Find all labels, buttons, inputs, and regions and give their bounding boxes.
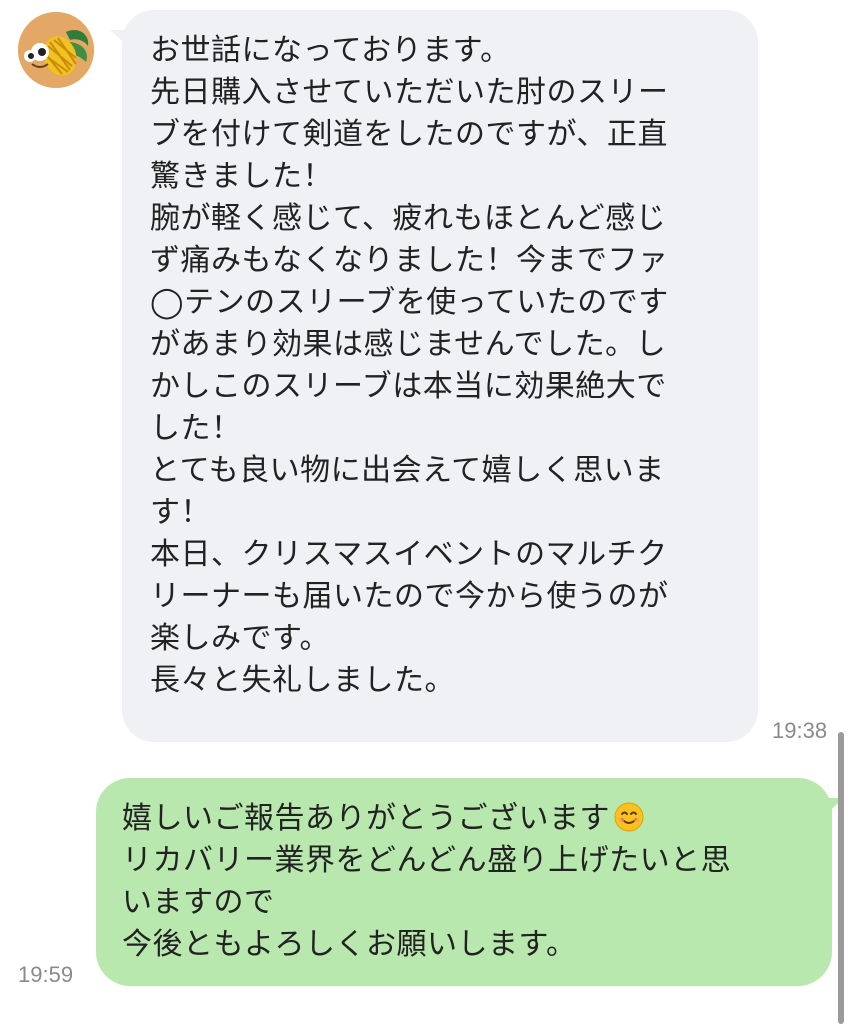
message-line: 今後ともよろしくお願いします。	[122, 927, 577, 962]
outgoing-message-bubble[interactable]: 嬉しいご報告ありがとうございます リカバリー業界をどんどん盛り上げたいと思 いま…	[96, 778, 844, 986]
message-text: 嬉しいご報告ありがとうございます	[122, 801, 610, 836]
message-line: いますので	[122, 885, 275, 920]
message-line: した！	[150, 411, 242, 446]
message-line: リカバリー業界をどんどん盛り上げたいと思	[122, 843, 732, 878]
message-line: とても良い物に出会えて嬉しく思いま	[150, 453, 665, 488]
message-line: 先日購入させていただいた肘のスリー	[150, 75, 669, 110]
message-line: す！	[150, 495, 211, 530]
message-line: があまり効果は感じませんでした。し	[150, 327, 667, 362]
incoming-message-time: 19:38	[772, 718, 828, 743]
smiling-face-emoji-icon	[614, 802, 644, 832]
message-line: ブを付けて剣道をしたのですが、正直	[150, 117, 668, 152]
message-line: 嬉しいご報告ありがとうございます	[122, 798, 812, 840]
message-line: ◯テンのスリーブを使っていたのです	[150, 285, 669, 320]
message-line: お世話になっております。	[150, 33, 511, 68]
message-line: 長々と失礼しました。	[150, 663, 455, 698]
message-line: 驚きました！	[150, 159, 333, 194]
incoming-message-bubble[interactable]: お世話になっております。 先日購入させていただいた肘のスリー ブを付けて剣道をし…	[110, 10, 758, 742]
message-line: かしこのスリーブは本当に効果絶大で	[150, 369, 667, 404]
scrollbar[interactable]	[838, 732, 844, 1024]
outgoing-message-time: 19:59	[18, 962, 74, 987]
message-line: 腕が軽く感じて、疲れもほとんど感じ	[150, 201, 667, 236]
message-line: ず痛みもなくなりました！今までファ	[150, 243, 669, 278]
message-line: 本日、クリスマスイベントのマルチク	[150, 537, 668, 572]
pineapple-avatar-icon[interactable]	[18, 12, 94, 88]
message-line: リーナーも届いたので今から使うのが	[150, 579, 669, 614]
chat-view: お世話になっております。 先日購入させていただいた肘のスリー ブを付けて剣道をし…	[0, 0, 850, 1024]
message-line: 楽しみです。	[150, 621, 330, 656]
